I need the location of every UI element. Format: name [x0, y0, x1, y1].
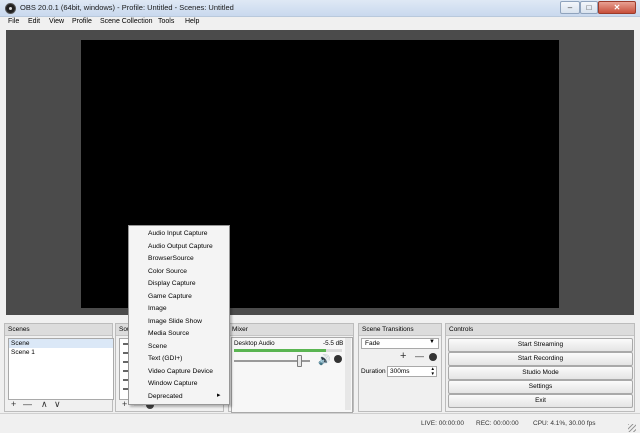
gear-icon[interactable] — [429, 353, 437, 361]
volume-meter — [234, 349, 342, 352]
transition-selected-label: Fade — [365, 340, 380, 347]
menu-item-deprecated[interactable]: Deprecated — [148, 393, 183, 400]
menu-bar: File Edit View Profile Scene Collection … — [0, 17, 640, 29]
mixer-panel: Desktop Audio -5.5 dB 🔊 — [231, 337, 353, 413]
start-recording-button[interactable]: Start Recording — [448, 352, 633, 366]
menu-scene-collection[interactable]: Scene Collection — [100, 18, 153, 25]
gear-icon[interactable] — [334, 355, 342, 363]
scenes-list[interactable]: Scene Scene 1 — [8, 338, 114, 400]
volume-slider[interactable] — [234, 355, 310, 367]
obs-logo-icon — [5, 3, 16, 14]
mixer-scrollbar[interactable] — [345, 338, 351, 410]
menu-item-image[interactable]: Image — [148, 305, 167, 312]
menu-item-color-source[interactable]: Color Source — [148, 268, 187, 275]
transitions-dock: Scene Transitions Fade ▼ + — Duration 30… — [358, 323, 442, 412]
studio-mode-button[interactable]: Studio Mode — [448, 366, 633, 380]
resize-grip-icon[interactable] — [628, 424, 636, 432]
mixer-channel-name: Desktop Audio — [234, 340, 275, 347]
start-streaming-button[interactable]: Start Streaming — [448, 338, 633, 352]
menu-tools[interactable]: Tools — [158, 18, 174, 25]
menu-file[interactable]: File — [8, 18, 19, 25]
add-source-button[interactable]: + — [122, 400, 127, 409]
menu-item-window-capture[interactable]: Window Capture — [148, 380, 197, 387]
add-source-context-menu: Audio Input Capture Audio Output Capture… — [128, 225, 230, 405]
settings-button[interactable]: Settings — [448, 380, 633, 394]
menu-view[interactable]: View — [49, 18, 64, 25]
status-bar: LIVE: 00:00:00 REC: 00:00:00 CPU: 4.1%, … — [0, 413, 640, 433]
menu-item-display-capture[interactable]: Display Capture — [148, 280, 196, 287]
menu-item-image-slide-show[interactable]: Image Slide Show — [148, 318, 202, 325]
chevron-down-icon: ▼ — [429, 339, 435, 345]
menu-item-audio-output-capture[interactable]: Audio Output Capture — [148, 243, 213, 250]
add-transition-button[interactable]: + — [400, 351, 406, 362]
add-scene-button[interactable]: + — [11, 400, 16, 409]
move-scene-down-button[interactable]: ∨ — [54, 400, 61, 409]
scenes-dock: Scenes Scene Scene 1 + — ∧ ∨ — [4, 323, 114, 412]
volume-slider-handle[interactable] — [297, 355, 302, 367]
menu-item-game-capture[interactable]: Game Capture — [148, 293, 192, 300]
menu-item-video-capture-device[interactable]: Video Capture Device — [148, 368, 213, 375]
menu-item-browser-source[interactable]: BrowserSource — [148, 255, 194, 262]
rec-status: REC: 00:00:00 — [476, 420, 519, 427]
menu-profile[interactable]: Profile — [72, 18, 92, 25]
mixer-header: Mixer — [229, 324, 353, 336]
mixer-db-label: -5.5 dB — [323, 340, 344, 347]
menu-item-scene[interactable]: Scene — [148, 343, 167, 350]
cpu-status: CPU: 4.1%, 30.00 fps — [533, 420, 596, 427]
speaker-icon[interactable]: 🔊 — [318, 355, 330, 366]
scene-item[interactable]: Scene 1 — [9, 348, 113, 357]
menu-item-media-source[interactable]: Media Source — [148, 330, 189, 337]
duration-label: Duration — [361, 368, 386, 375]
mixer-dock: Mixer Desktop Audio -5.5 dB 🔊 — [228, 323, 354, 413]
spin-arrows-icon[interactable]: ▲ ▼ — [431, 366, 435, 376]
volume-meter-fill — [234, 349, 326, 352]
remove-transition-button[interactable]: — — [415, 352, 424, 361]
move-scene-up-button[interactable]: ∧ — [41, 400, 48, 409]
duration-value: 300ms — [390, 368, 410, 375]
menu-help[interactable]: Help — [185, 18, 199, 25]
close-button[interactable]: ✕ — [598, 1, 636, 14]
transitions-header: Scene Transitions — [359, 324, 441, 336]
live-status: LIVE: 00:00:00 — [421, 420, 465, 427]
duration-spinbox[interactable]: 300ms ▲ ▼ — [387, 366, 437, 377]
minimize-button[interactable]: – — [560, 1, 580, 14]
exit-button[interactable]: Exit — [448, 394, 633, 408]
menu-edit[interactable]: Edit — [28, 18, 40, 25]
submenu-arrow-icon: ▸ — [217, 392, 221, 399]
transition-select[interactable]: Fade ▼ — [361, 338, 439, 349]
scenes-header: Scenes — [5, 324, 112, 336]
maximize-button[interactable]: □ — [580, 1, 598, 14]
remove-scene-button[interactable]: — — [23, 400, 32, 409]
controls-header: Controls — [446, 324, 634, 336]
menu-item-text-gdi[interactable]: Text (GDI+) — [148, 355, 182, 362]
scene-item[interactable]: Scene — [9, 339, 113, 348]
menu-item-audio-input-capture[interactable]: Audio Input Capture — [148, 230, 208, 237]
window-title: OBS 20.0.1 (64bit, windows) - Profile: U… — [20, 3, 234, 12]
